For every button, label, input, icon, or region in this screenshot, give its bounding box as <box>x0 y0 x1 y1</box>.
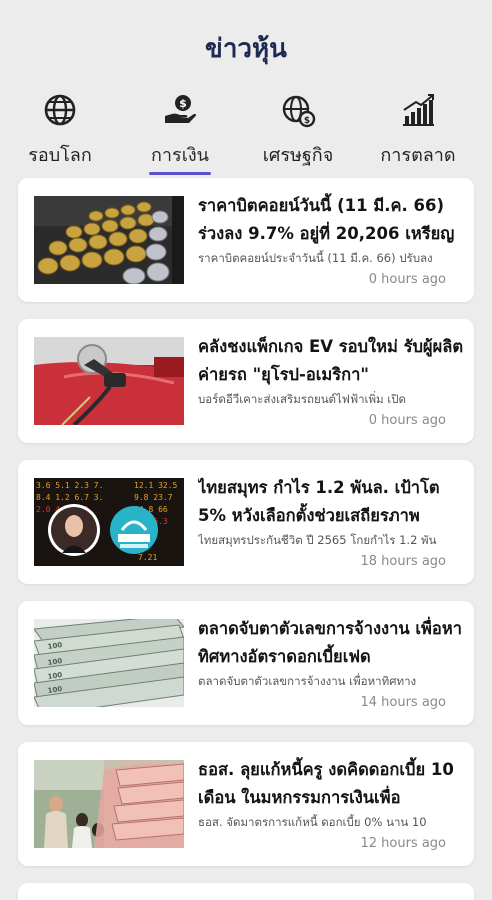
tab-economy[interactable]: $ เศรษฐกิจ <box>243 92 353 176</box>
ev-charging-image <box>34 337 184 425</box>
news-summary: ราคาบิตคอยน์ประจำวันนี้ (11 มี.ค. 66) ปร… <box>198 251 433 265</box>
news-time: 0 hours ago <box>368 272 446 287</box>
news-title: ไทยสมุทร กำไร 1.2 พันล. เป้าโต 5% หวังเล… <box>198 478 440 525</box>
news-summary: ธอส. จัดมาตรการแก้หนี้ ดอกเบี้ย 0% นาน 1… <box>198 815 427 829</box>
svg-text:7.21: 7.21 <box>138 553 157 562</box>
news-card-partial[interactable] <box>18 883 474 900</box>
teacher-money-image <box>34 760 184 848</box>
insurance-executive-image: 3.6 5.1 2.3 7. 8.4 1.2 6.7 3. 12.1 32.5 … <box>34 478 184 566</box>
money-hand-icon: $ <box>165 95 196 123</box>
tab-label: การเงิน <box>151 145 209 166</box>
news-summary: บอร์ดอีวีเคาะส่งเสริมรถยนต์ไฟฟ้าเพิ่ม เป… <box>198 392 406 406</box>
news-title: ราคาบิตคอยน์วันนี้ (11 มี.ค. 66) ร่วงลง … <box>198 196 455 243</box>
svg-text:9.8 23.7: 9.8 23.7 <box>134 493 173 502</box>
svg-text:8.4 1.2 6.7 3.: 8.4 1.2 6.7 3. <box>36 493 103 502</box>
tab-label: เศรษฐกิจ <box>262 145 334 166</box>
news-card[interactable]: 3.6 5.1 2.3 7. 8.4 1.2 6.7 3. 12.1 32.5 … <box>18 460 474 584</box>
dollar-bills-image: 100 100 100 100 <box>34 619 184 707</box>
category-tabs: รอบโลก $ การเงิน $ เศรษฐกิจ การตลาด <box>0 92 492 176</box>
tab-label: การตลาด <box>380 145 456 166</box>
bar-chart-up-icon <box>403 94 434 126</box>
svg-text:$: $ <box>304 116 310 126</box>
globe-icon <box>44 94 76 126</box>
active-tab-indicator <box>149 172 211 175</box>
svg-text:12.1 32.5: 12.1 32.5 <box>134 481 178 490</box>
news-time: 0 hours ago <box>368 413 446 428</box>
news-time: 14 hours ago <box>360 695 446 710</box>
news-summary: ไทยสมุทรประกันชีวิต ปี 2565 โกยกำไร 1.2 … <box>198 533 437 547</box>
news-title: ธอส. ลุยแก้หนี้ครู งดคิดดอกเบี้ย 10 เดือ… <box>198 760 454 807</box>
news-card[interactable]: คลังชงแพ็กเกจ EV รอบใหม่ รับผู้ผลิตค่ายร… <box>18 319 474 443</box>
bitcoin-coins-image <box>34 196 184 284</box>
news-time: 18 hours ago <box>360 554 446 569</box>
svg-text:$: $ <box>179 97 187 110</box>
tab-label: รอบโลก <box>28 145 92 166</box>
news-title: คลังชงแพ็กเกจ EV รอบใหม่ รับผู้ผลิตค่ายร… <box>198 337 464 384</box>
news-card[interactable]: ราคาบิตคอยน์วันนี้ (11 มี.ค. 66) ร่วงลง … <box>18 178 474 302</box>
globe-gear-icon: $ <box>282 95 316 128</box>
tab-marketing[interactable]: การตลาด <box>363 92 473 176</box>
news-summary: ตลาดจับตาตัวเลขการจ้างงาน เพื่อหาทิศทาง <box>198 674 417 688</box>
news-card[interactable]: ธอส. ลุยแก้หนี้ครู งดคิดดอกเบี้ย 10 เดือ… <box>18 742 474 866</box>
news-title: ตลาดจับตาตัวเลขการจ้างงาน เพื่อหาทิศทางอ… <box>198 619 462 666</box>
tab-world[interactable]: รอบโลก <box>5 92 115 176</box>
tab-finance[interactable]: $ การเงิน <box>125 92 235 176</box>
svg-text:3.6 5.1 2.3 7.: 3.6 5.1 2.3 7. <box>36 481 103 490</box>
news-card[interactable]: 100 100 100 100 ตลาดจับตาตัวเลขการจ้างงา… <box>18 601 474 725</box>
page-title: ข่าวหุ้น <box>205 34 287 64</box>
news-time: 12 hours ago <box>360 836 446 851</box>
